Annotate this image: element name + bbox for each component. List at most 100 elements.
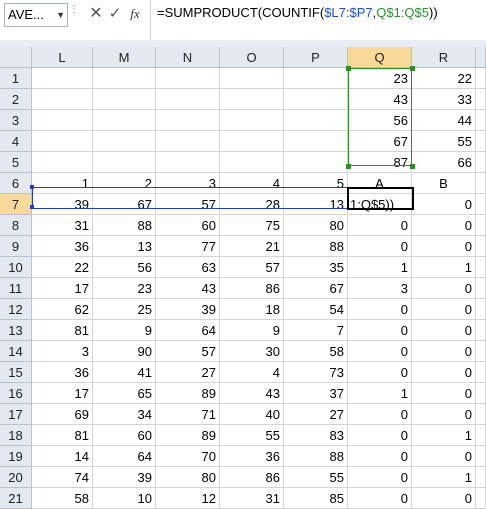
row-header[interactable]: 15 (0, 362, 32, 383)
cell[interactable]: 36 (220, 446, 284, 467)
cell[interactable]: A (348, 173, 412, 194)
cell[interactable]: 69 (32, 404, 93, 425)
cell[interactable]: 0 (348, 425, 412, 446)
cell[interactable]: 13 (93, 236, 156, 257)
cell[interactable]: 0 (348, 467, 412, 488)
range-handle[interactable] (410, 66, 415, 71)
row-header[interactable]: 21 (0, 488, 32, 509)
row-header[interactable]: 3 (0, 110, 32, 131)
range-handle[interactable] (30, 185, 34, 189)
row-header[interactable]: 5 (0, 152, 32, 173)
column-header-n[interactable]: N (156, 47, 220, 68)
cell[interactable]: 0 (348, 215, 412, 236)
cell[interactable] (32, 110, 93, 131)
cell[interactable]: 0 (412, 404, 476, 425)
cell[interactable]: 1 (412, 425, 476, 446)
cell[interactable]: 87 (348, 152, 412, 173)
cell[interactable]: 64 (156, 320, 220, 341)
row-header[interactable]: 13 (0, 320, 32, 341)
cell[interactable] (220, 152, 284, 173)
cell[interactable]: 57 (156, 341, 220, 362)
cell[interactable] (156, 131, 220, 152)
cell[interactable]: 43 (220, 383, 284, 404)
cell[interactable] (156, 152, 220, 173)
formula-input[interactable]: =SUMPRODUCT(COUNTIF($L7:$P7,Q$1:Q$5)) (157, 5, 438, 20)
cell[interactable]: 65 (93, 383, 156, 404)
cell[interactable]: 28 (220, 194, 284, 215)
cell[interactable]: 0 (348, 236, 412, 257)
cell[interactable]: 60 (93, 425, 156, 446)
row-header[interactable]: 17 (0, 404, 32, 425)
cell[interactable]: 80 (284, 215, 348, 236)
cell[interactable]: 0 (412, 341, 476, 362)
cell[interactable]: 13 (284, 194, 348, 215)
cell[interactable] (156, 110, 220, 131)
cell[interactable] (476, 152, 486, 173)
cell[interactable]: 1 (348, 257, 412, 278)
cell[interactable]: 0 (348, 446, 412, 467)
cell[interactable]: 7 (284, 320, 348, 341)
cell[interactable]: 1 (348, 383, 412, 404)
cell[interactable]: 23 (93, 278, 156, 299)
cell[interactable] (93, 110, 156, 131)
range-handle[interactable] (346, 66, 351, 71)
cell[interactable] (284, 110, 348, 131)
cell[interactable]: 57 (220, 257, 284, 278)
row-header[interactable]: 10 (0, 257, 32, 278)
cell[interactable]: 30 (220, 341, 284, 362)
cell[interactable]: 4 (220, 362, 284, 383)
cell[interactable] (476, 404, 486, 425)
cell[interactable] (32, 68, 93, 89)
cell[interactable] (93, 131, 156, 152)
cell[interactable]: 0 (412, 278, 476, 299)
cell[interactable]: 57 (156, 194, 220, 215)
cell[interactable]: 89 (156, 425, 220, 446)
cell[interactable] (156, 89, 220, 110)
cell[interactable]: 39 (156, 299, 220, 320)
cell[interactable] (476, 320, 486, 341)
row-header[interactable]: 18 (0, 425, 32, 446)
cell[interactable] (476, 488, 486, 509)
cell[interactable]: 33 (412, 89, 476, 110)
cell[interactable]: 4 (220, 173, 284, 194)
cell[interactable]: 90 (93, 341, 156, 362)
cell[interactable] (220, 89, 284, 110)
cell[interactable] (476, 257, 486, 278)
insert-function-icon[interactable]: fx (126, 3, 144, 25)
cell[interactable] (476, 194, 486, 215)
cell[interactable]: 54 (284, 299, 348, 320)
cell[interactable]: 17 (32, 278, 93, 299)
cell[interactable]: 14 (32, 446, 93, 467)
cell[interactable]: 56 (348, 110, 412, 131)
row-header[interactable]: 9 (0, 236, 32, 257)
cell[interactable]: 81 (32, 320, 93, 341)
cell[interactable]: 0 (348, 299, 412, 320)
cell[interactable]: 25 (93, 299, 156, 320)
cell[interactable]: 39 (32, 194, 93, 215)
cell[interactable]: 0 (412, 383, 476, 404)
cell[interactable]: 3 (156, 173, 220, 194)
range-handle[interactable] (410, 164, 415, 169)
cell[interactable]: 88 (93, 215, 156, 236)
cell[interactable]: 55 (284, 467, 348, 488)
cell[interactable]: 0 (412, 488, 476, 509)
cell[interactable]: 22 (412, 68, 476, 89)
cell[interactable]: 34 (93, 404, 156, 425)
cell[interactable]: 81 (32, 425, 93, 446)
cell[interactable]: 23 (348, 68, 412, 89)
cell[interactable]: 86 (220, 278, 284, 299)
cell[interactable]: 71 (156, 404, 220, 425)
cell[interactable] (476, 215, 486, 236)
cell[interactable]: 1:Q$5)) (348, 194, 412, 215)
cell[interactable]: 67 (348, 131, 412, 152)
cell[interactable]: 0 (348, 341, 412, 362)
cell[interactable] (284, 68, 348, 89)
cell[interactable] (476, 425, 486, 446)
cell[interactable]: 12 (156, 488, 220, 509)
column-header-r[interactable]: R (412, 47, 476, 68)
cell[interactable] (93, 89, 156, 110)
cell[interactable]: 0 (412, 194, 476, 215)
row-header[interactable]: 2 (0, 89, 32, 110)
cell[interactable]: 0 (348, 488, 412, 509)
cell[interactable] (284, 89, 348, 110)
